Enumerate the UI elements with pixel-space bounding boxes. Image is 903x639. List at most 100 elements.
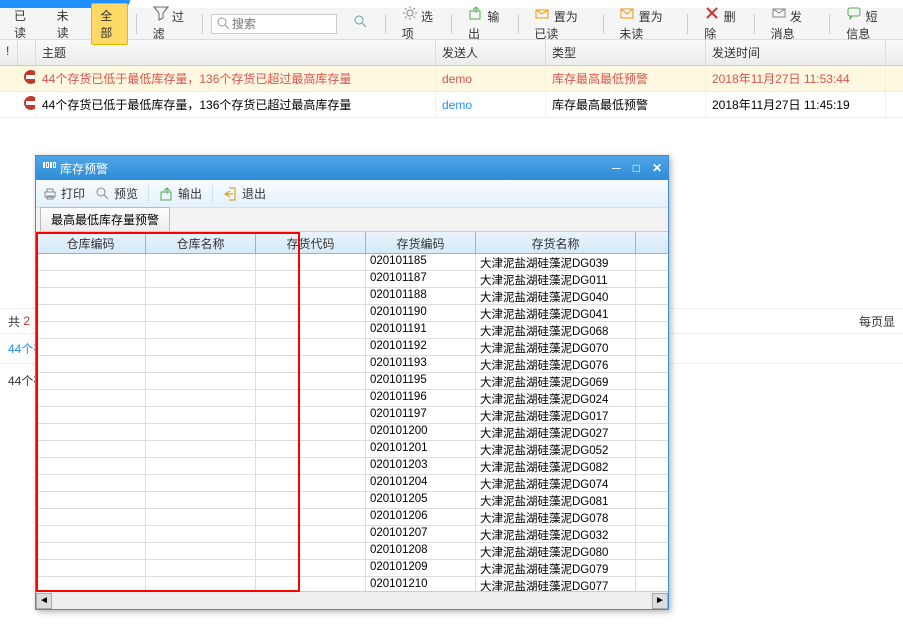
dialog-export-button[interactable]: 输出 <box>159 185 202 202</box>
data-row[interactable]: 020101185大津泥盐湖硅藻泥DG039 <box>36 254 668 271</box>
message-row[interactable]: 44个存货已低于最低库存量，136个存货已超过最高库存量demo库存最高最低预警… <box>0 92 903 118</box>
preview-button[interactable]: 预览 <box>95 185 138 202</box>
data-row[interactable]: 020101206大津泥盐湖硅藻泥DG078 <box>36 509 668 526</box>
sender-cell: demo <box>436 94 546 116</box>
separator <box>451 14 452 34</box>
dialog-title-text: 库存预警 <box>60 160 108 177</box>
print-button[interactable]: 打印 <box>42 185 85 202</box>
exit-icon <box>223 186 239 202</box>
col-type[interactable]: 类型 <box>546 40 706 65</box>
read-button[interactable]: 已读 <box>6 4 41 44</box>
col-inv-code[interactable]: 存货代码 <box>256 232 366 253</box>
data-row[interactable]: 020101210大津泥盐湖硅藻泥DG077 <box>36 577 668 591</box>
mark-unread-button[interactable]: 置为未读 <box>611 2 679 45</box>
data-grid-body[interactable]: 020101185大津泥盐湖硅藻泥DG039020101187大津泥盐湖硅藻泥D… <box>36 254 668 591</box>
subject-cell: 44个存货已低于最低库存量，136个存货已超过最高库存量 <box>36 66 436 91</box>
data-row[interactable]: 020101205大津泥盐湖硅藻泥DG081 <box>36 492 668 509</box>
exit-button[interactable]: 退出 <box>223 185 266 202</box>
inv-code-cell <box>256 339 366 355</box>
export-icon <box>468 5 484 21</box>
unread-button[interactable]: 未读 <box>49 4 84 44</box>
inv-name-cell: 大津泥盐湖硅藻泥DG040 <box>476 288 636 304</box>
message-row[interactable]: 44个存货已低于最低库存量，136个存货已超过最高库存量demo库存最高最低预警… <box>0 66 903 92</box>
col-inv-name[interactable]: 存货名称 <box>476 232 636 253</box>
inv-name-cell: 大津泥盐湖硅藻泥DG082 <box>476 458 636 474</box>
data-row[interactable]: 020101192大津泥盐湖硅藻泥DG070 <box>36 339 668 356</box>
data-row[interactable]: 020101188大津泥盐湖硅藻泥DG040 <box>36 288 668 305</box>
inv-name-cell: 大津泥盐湖硅藻泥DG052 <box>476 441 636 457</box>
inv-number-cell: 020101187 <box>366 271 476 287</box>
stop-icon <box>24 70 36 84</box>
close-button[interactable]: ✕ <box>652 161 662 175</box>
search-input[interactable] <box>232 17 332 31</box>
data-row[interactable]: 020101204大津泥盐湖硅藻泥DG074 <box>36 475 668 492</box>
scroll-right-icon[interactable]: ► <box>652 593 668 609</box>
search-box[interactable] <box>211 14 337 34</box>
data-row[interactable]: 020101203大津泥盐湖硅藻泥DG082 <box>36 458 668 475</box>
inv-name-cell: 大津泥盐湖硅藻泥DG077 <box>476 577 636 591</box>
mark-read-button[interactable]: 置为已读 <box>526 2 594 45</box>
warehouse-code-cell <box>36 441 146 457</box>
horizontal-scrollbar[interactable]: ◄ ► <box>36 591 668 609</box>
col-flag[interactable]: ! <box>0 40 18 65</box>
col-warehouse-code[interactable]: 仓库编码 <box>36 232 146 253</box>
send-msg-button[interactable]: 发消息 <box>763 2 822 45</box>
data-row[interactable]: 020101201大津泥盐湖硅藻泥DG052 <box>36 441 668 458</box>
preview-label: 预览 <box>114 185 138 202</box>
scroll-left-icon[interactable]: ◄ <box>36 593 52 609</box>
data-row[interactable]: 020101191大津泥盐湖硅藻泥DG068 <box>36 322 668 339</box>
data-row[interactable]: 020101187大津泥盐湖硅藻泥DG011 <box>36 271 668 288</box>
col-icon[interactable] <box>18 40 36 65</box>
options-button[interactable]: 选项 <box>394 2 444 45</box>
search-go-button[interactable] <box>345 11 377 36</box>
data-row[interactable]: 020101197大津泥盐湖硅藻泥DG017 <box>36 407 668 424</box>
data-row[interactable]: 020101195大津泥盐湖硅藻泥DG069 <box>36 373 668 390</box>
col-warehouse-name[interactable]: 仓库名称 <box>146 232 256 253</box>
status-icon-cell <box>18 92 36 117</box>
data-row[interactable]: 020101208大津泥盐湖硅藻泥DG080 <box>36 543 668 560</box>
inv-code-cell <box>256 373 366 389</box>
inv-name-cell: 大津泥盐湖硅藻泥DG041 <box>476 305 636 321</box>
warehouse-code-cell <box>36 475 146 491</box>
col-inv-number[interactable]: 存货编码 <box>366 232 476 253</box>
delete-icon <box>704 5 720 21</box>
warehouse-name-cell <box>146 458 256 474</box>
warehouse-code-cell <box>36 458 146 474</box>
sms-button[interactable]: 短信息 <box>838 2 897 45</box>
inv-code-cell <box>256 441 366 457</box>
data-row[interactable]: 020101190大津泥盐湖硅藻泥DG041 <box>36 305 668 322</box>
inv-name-cell: 大津泥盐湖硅藻泥DG017 <box>476 407 636 423</box>
delete-button[interactable]: 删除 <box>696 2 746 45</box>
warehouse-name-cell <box>146 509 256 525</box>
filter-button[interactable]: 过滤 <box>145 2 195 45</box>
data-row[interactable]: 020101200大津泥盐湖硅藻泥DG027 <box>36 424 668 441</box>
minimize-button[interactable]: ─ <box>612 161 621 175</box>
col-time[interactable]: 发送时间 <box>706 40 886 65</box>
dialog-data-area: 仓库编码 仓库名称 存货代码 存货编码 存货名称 020101185大津泥盐湖硅… <box>36 232 668 609</box>
warehouse-code-cell <box>36 543 146 559</box>
inv-code-cell <box>256 543 366 559</box>
data-row[interactable]: 020101193大津泥盐湖硅藻泥DG076 <box>36 356 668 373</box>
inv-name-cell: 大津泥盐湖硅藻泥DG039 <box>476 254 636 270</box>
data-row[interactable]: 020101207大津泥盐湖硅藻泥DG032 <box>36 526 668 543</box>
inv-code-cell <box>256 407 366 423</box>
maximize-button[interactable]: □ <box>633 161 640 175</box>
inv-code-cell <box>256 526 366 542</box>
data-row[interactable]: 020101196大津泥盐湖硅藻泥DG024 <box>36 390 668 407</box>
dialog-titlebar[interactable]: 库存预警 ─ □ ✕ <box>36 156 668 180</box>
flag-cell <box>0 75 18 83</box>
inv-name-cell: 大津泥盐湖硅藻泥DG080 <box>476 543 636 559</box>
export-button[interactable]: 输出 <box>460 2 510 45</box>
inv-code-cell <box>256 305 366 321</box>
inv-name-cell: 大津泥盐湖硅藻泥DG011 <box>476 271 636 287</box>
data-row[interactable]: 020101209大津泥盐湖硅藻泥DG079 <box>36 560 668 577</box>
col-sender[interactable]: 发送人 <box>436 40 546 65</box>
inv-number-cell: 020101193 <box>366 356 476 372</box>
main-toolbar: 已读 未读 全部 过滤 选项 输出 置为已读 置为未读 删除 发消息 <box>0 8 903 40</box>
all-button[interactable]: 全部 <box>91 3 128 45</box>
inv-number-cell: 020101188 <box>366 288 476 304</box>
tab-min-max-alert[interactable]: 最高最低库存量预警 <box>40 207 170 231</box>
col-subject[interactable]: 主题 <box>36 40 436 65</box>
inv-name-cell: 大津泥盐湖硅藻泥DG070 <box>476 339 636 355</box>
warehouse-code-cell <box>36 492 146 508</box>
